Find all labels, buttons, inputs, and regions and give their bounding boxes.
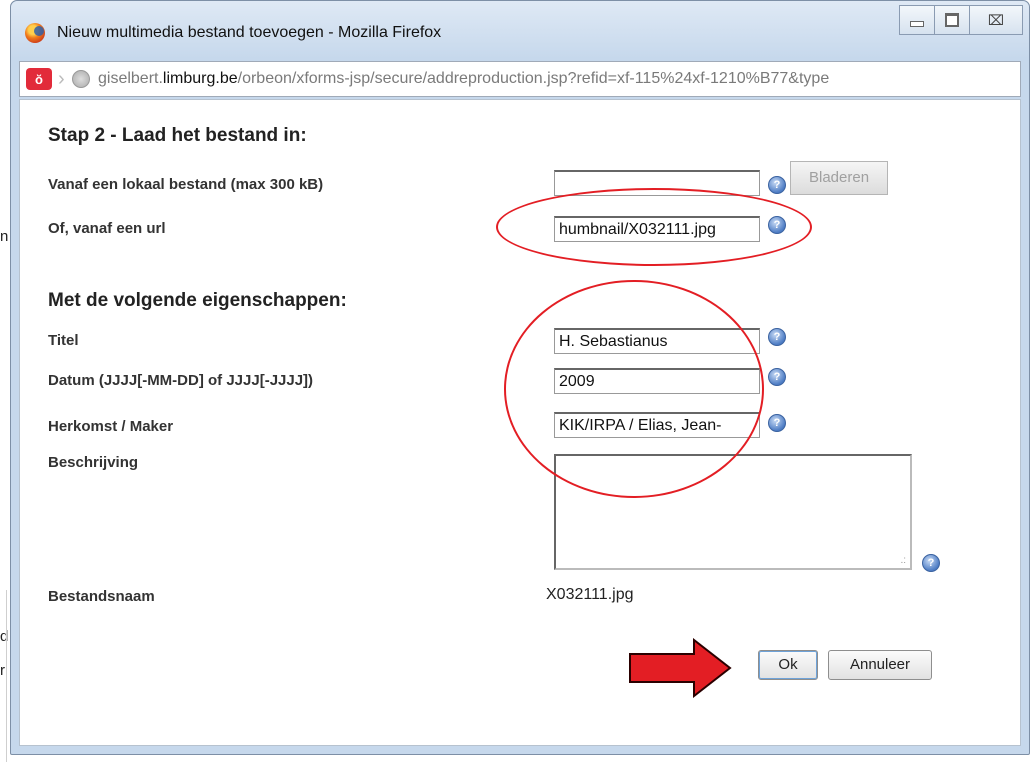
annotation-ellipse-url — [496, 188, 812, 266]
window-controls: ⌧ — [899, 5, 1023, 35]
browse-button[interactable]: Bladeren — [790, 161, 889, 195]
help-icon[interactable]: ? — [768, 176, 786, 194]
background-text-fragment: n — [0, 228, 9, 245]
background-text-fragment: r — [0, 662, 5, 679]
help-icon[interactable]: ? — [922, 554, 940, 572]
resize-grip-icon[interactable]: .: — [900, 555, 906, 566]
globe-icon — [72, 70, 90, 88]
window-title: Nieuw multimedia bestand toevoegen - Moz… — [57, 24, 442, 41]
url-label: Of, vanaf een url — [48, 220, 166, 237]
close-icon: ⌧ — [987, 11, 1005, 28]
background-text-fragment: d — [0, 628, 9, 645]
red-arrow-icon — [629, 638, 732, 698]
url-path: /orbeon/xforms-jsp/secure/addreproductio… — [237, 70, 830, 87]
url-text[interactable]: giselbert.limburg.be/orbeon/xforms-jsp/s… — [98, 70, 1020, 88]
beschrijving-label: Beschrijving — [48, 454, 139, 471]
maximize-button[interactable] — [934, 5, 970, 35]
firefox-icon — [25, 23, 45, 43]
maximize-icon — [945, 13, 959, 27]
close-button[interactable]: ⌧ — [969, 5, 1023, 35]
step-title: Stap 2 - Laad het bestand in: — [48, 125, 307, 146]
address-bar[interactable]: ŏ › giselbert.limburg.be/orbeon/xforms-j… — [19, 61, 1021, 97]
bestandsnaam-value: X032111.jpg — [546, 586, 634, 603]
titel-label: Titel — [48, 332, 79, 349]
annotation-ellipse-properties — [504, 280, 764, 498]
local-file-label: Vanaf een lokaal bestand (max 300 kB) — [48, 176, 323, 193]
cancel-button[interactable]: Annuleer — [828, 650, 932, 680]
herkomst-label: Herkomst / Maker — [48, 418, 174, 435]
url-host: limburg.be — [162, 70, 238, 87]
datum-label: Datum (JJJJ[-MM-DD] of JJJJ[-JJJJ]) — [48, 372, 314, 389]
ok-button[interactable]: Ok — [758, 650, 818, 680]
title-bar[interactable]: Nieuw multimedia bestand toevoegen - Moz… — [11, 1, 1029, 59]
minimize-icon — [910, 21, 924, 27]
help-icon[interactable]: ? — [768, 368, 786, 386]
help-icon[interactable]: ? — [768, 414, 786, 432]
help-icon[interactable]: ? — [768, 328, 786, 346]
chevron-right-icon: › — [58, 68, 65, 90]
local-file-label-text: Vanaf een lokaal bestand — [48, 176, 227, 193]
minimize-button[interactable] — [899, 5, 935, 35]
properties-title: Met de volgende eigenschappen: — [48, 290, 347, 311]
bestandsnaam-label: Bestandsnaam — [48, 588, 155, 605]
url-prefix: giselbert. — [98, 70, 163, 87]
background-divider — [6, 590, 7, 762]
pocket-icon[interactable]: ŏ — [26, 68, 52, 90]
local-file-limit: (max 300 kB) — [230, 176, 324, 193]
